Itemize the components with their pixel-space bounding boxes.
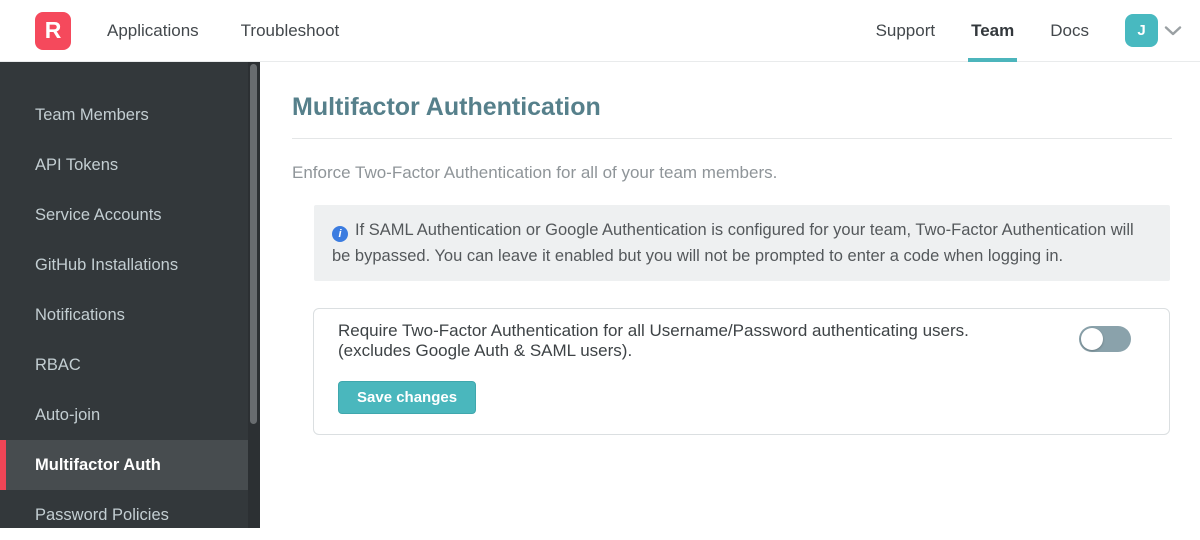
sidebar-item-auto-join[interactable]: Auto-join [0, 390, 248, 440]
toggle-knob [1081, 328, 1103, 350]
user-menu[interactable]: J [1125, 14, 1182, 47]
nav-left-links: Applications Troubleshoot [107, 21, 339, 41]
sidebar-scrollbar-thumb[interactable] [250, 64, 257, 424]
sidebar-item-team-members[interactable]: Team Members [0, 90, 248, 140]
info-note: iIf SAML Authentication or Google Authen… [314, 205, 1170, 281]
nav-link-support[interactable]: Support [876, 0, 936, 62]
nav-link-team[interactable]: Team [971, 0, 1014, 62]
sidebar-item-github-installations[interactable]: GitHub Installations [0, 240, 248, 290]
sidebar-item-multifactor-auth[interactable]: Multifactor Auth [0, 440, 248, 490]
intro-text: Enforce Two-Factor Authentication for al… [292, 161, 1172, 185]
title-divider [292, 138, 1172, 139]
nav-link-troubleshoot[interactable]: Troubleshoot [241, 21, 340, 41]
nav-link-applications[interactable]: Applications [107, 21, 199, 41]
chevron-down-icon[interactable] [1164, 26, 1182, 36]
top-navbar: R Applications Troubleshoot Support Team… [0, 0, 1200, 62]
page-title: Multifactor Authentication [292, 92, 1172, 122]
nav-link-docs[interactable]: Docs [1050, 0, 1089, 62]
save-changes-button[interactable]: Save changes [338, 381, 476, 414]
info-icon: i [332, 226, 348, 242]
sidebar-item-service-accounts[interactable]: Service Accounts [0, 190, 248, 240]
sidebar-item-rbac[interactable]: RBAC [0, 340, 248, 390]
settings-sidebar: Team Members API Tokens Service Accounts… [0, 62, 260, 528]
setting-label-line2: (excludes Google Auth & SAML users). [338, 341, 1049, 361]
sidebar-item-api-tokens[interactable]: API Tokens [0, 140, 248, 190]
active-tab-underline [968, 58, 1017, 62]
info-note-text: If SAML Authentication or Google Authent… [332, 221, 1134, 265]
two-factor-setting-card: Require Two-Factor Authentication for al… [313, 308, 1170, 435]
brand-logo[interactable]: R [35, 12, 71, 50]
sidebar-item-notifications[interactable]: Notifications [0, 290, 248, 340]
sidebar-item-password-policies[interactable]: Password Policies [0, 490, 248, 540]
avatar[interactable]: J [1125, 14, 1158, 47]
setting-label-line1: Require Two-Factor Authentication for al… [338, 321, 1049, 341]
nav-link-team-label: Team [971, 21, 1014, 40]
nav-right-links: Support Team Docs J [876, 0, 1182, 62]
main-content: Multifactor Authentication Enforce Two-F… [260, 62, 1200, 528]
two-factor-toggle[interactable] [1079, 326, 1131, 352]
sidebar-scrollbar-track[interactable] [248, 62, 260, 528]
